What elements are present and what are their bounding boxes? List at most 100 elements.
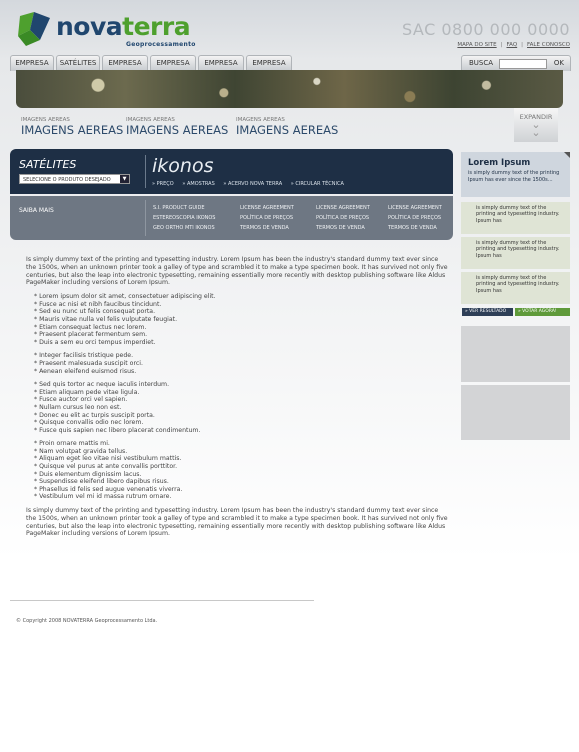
list-item: Sed eu nunc ut felis consequat porta.	[26, 308, 450, 316]
panel-divider	[145, 155, 146, 188]
price-link[interactable]: » PREÇO	[152, 181, 174, 187]
learn-more-link[interactable]: LICENSE AGREEMENT	[316, 205, 370, 211]
learn-more-link[interactable]: LICENSE AGREEMENT	[240, 205, 294, 211]
site-map-link[interactable]: MAPA DO SITE	[457, 42, 496, 48]
list-item: Sed quis tortor ac neque iaculis interdu…	[26, 381, 450, 389]
top-links: MAPA DO SITE | FAQ | FALE CONOSCO	[457, 42, 570, 48]
list-item: Nullam cursus leo non est.	[26, 404, 450, 412]
search-ok-button[interactable]: OK	[554, 59, 564, 67]
image-heading-3[interactable]: IMAGENS AEREAS IMAGENS AEREAS	[236, 117, 338, 137]
list-item: Proin ornare mattis mi.	[26, 440, 450, 448]
tab-empresa[interactable]: EMPRESA	[246, 55, 292, 71]
learn-more-link[interactable]: TERMOS DE VENDA	[316, 225, 365, 231]
expand-button[interactable]: EXPANDIR ⌄ ⌄	[514, 108, 558, 142]
learn-more-panel: SAIBA MAIS S.I. PRODUCT GUIDE ESTEREOSCO…	[10, 196, 453, 240]
tab-empresa[interactable]: EMPRESA	[150, 55, 196, 71]
list-item: Aliquam eget leo vitae nisi vestibulum m…	[26, 455, 450, 463]
collection-link[interactable]: » ACERVO NOVA TERRA	[223, 181, 282, 187]
image-heading-big: IMAGENS AEREAS	[126, 123, 229, 137]
tab-empresa[interactable]: EMPRESA	[102, 55, 148, 71]
aerial-banner-image	[16, 70, 563, 108]
list-item: Fusce ac nisi et nibh faucibus tincidunt…	[26, 301, 450, 309]
list-item: Suspendisse eleifend libero dapibus risu…	[26, 478, 450, 486]
chevron-down-icon: ▼	[120, 175, 129, 183]
tab-empresa[interactable]: EMPRESA	[198, 55, 244, 71]
list-item: Donec eu elit ac turpis suscipit porta.	[26, 412, 450, 420]
vote-now-button[interactable]: » VOTAR AGORA!	[515, 308, 570, 316]
list-item: Quisque vel purus at ante convallis port…	[26, 463, 450, 471]
image-heading-1[interactable]: IMAGENS AEREAS IMAGENS AEREAS	[21, 117, 123, 137]
list-item: Praesent placerat fermentum sem.	[26, 331, 450, 339]
chevron-down-double-icon: ⌄ ⌄	[531, 118, 541, 139]
footer-divider	[10, 600, 314, 601]
link-separator: |	[500, 42, 503, 48]
learn-more-link[interactable]: POLÍTICA DE PREÇOS	[388, 215, 441, 221]
bullet-list: Proin ornare mattis mi. Nam volutpat gra…	[26, 440, 450, 501]
link-separator: |	[521, 42, 524, 48]
list-item: Integer facilisis tristique pede.	[26, 352, 450, 360]
panel-divider	[145, 200, 146, 236]
list-item: Vestibulum vel mi id massa rutrum ornare…	[26, 493, 450, 501]
list-item: Phasellus id felis sed augue venenatis v…	[26, 486, 450, 494]
poll-option-text: is simply dummy text of the printing and…	[476, 275, 560, 294]
list-item: Mauris vitae nulla vel felis vulputate f…	[26, 316, 450, 324]
learn-more-link[interactable]: TERMOS DE VENDA	[240, 225, 289, 231]
product-select[interactable]: SELECIONE O PRODUTO DESEJADO ▼	[19, 174, 130, 184]
search-box: BUSCA OK	[461, 55, 571, 71]
logo[interactable]: novaterra Geoprocessamento	[16, 10, 195, 50]
main-nav-tabs: EMPRESA SATÉLITES EMPRESA EMPRESA EMPRES…	[10, 55, 294, 71]
product-select-value: SELECIONE O PRODUTO DESEJADO	[23, 177, 111, 183]
list-item: Praesent malesuada suscipit orci.	[26, 360, 450, 368]
product-title: ikonos	[152, 155, 214, 177]
learn-more-link[interactable]: POLÍTICA DE PREÇOS	[240, 215, 293, 221]
bullet-list: Sed quis tortor ac neque iaculis interdu…	[26, 381, 450, 434]
logo-icon	[18, 12, 50, 46]
image-heading-2[interactable]: IMAGENS AEREAS IMAGENS AEREAS	[126, 117, 228, 137]
list-item: Quisque convallis odio nec lorem.	[26, 419, 450, 427]
learn-more-title: SAIBA MAIS	[19, 207, 54, 214]
featured-box[interactable]: Lorem Ipsum is simply dummy text of the …	[461, 152, 570, 197]
contact-link[interactable]: FALE CONOSCO	[527, 42, 570, 48]
list-item: Fusce quis sapien nec libero placerat co…	[26, 427, 450, 435]
technical-circular-link[interactable]: » CIRCULAR TÉCNICA	[291, 181, 344, 187]
learn-more-link[interactable]: POLÍTICA DE PREÇOS	[316, 215, 369, 221]
logo-subtitle: Geoprocessamento	[126, 41, 196, 48]
learn-more-link[interactable]: ESTEREOSCOPIA IKONOS	[153, 215, 215, 221]
list-item: Aenean eleifend euismod risus.	[26, 368, 450, 376]
bullet-list: Integer facilisis tristique pede. Praese…	[26, 352, 450, 375]
tab-empresa[interactable]: EMPRESA	[10, 55, 54, 71]
faq-link[interactable]: FAQ	[507, 42, 518, 48]
samples-link[interactable]: » AMOSTRAS	[182, 181, 214, 187]
poll-option[interactable]: is simply dummy text of the printing and…	[461, 202, 570, 234]
search-label: BUSCA	[469, 59, 494, 67]
bullet-list: Lorem ipsum dolor sit amet, consectetuer…	[26, 293, 450, 346]
image-heading-big: IMAGENS AEREAS	[236, 123, 339, 137]
ad-placeholder	[461, 385, 570, 440]
main-content: Is simply dummy text of the printing and…	[26, 256, 450, 538]
list-item: Duis elementum dignissim lacus.	[26, 471, 450, 479]
image-heading-big: IMAGENS AEREAS	[21, 123, 124, 137]
tab-satelites[interactable]: SATÉLITES	[56, 55, 100, 71]
product-links: » PREÇO » AMOSTRAS » ACERVO NOVA TERRA »…	[152, 181, 351, 187]
view-results-button[interactable]: » VER RESULTADO	[462, 308, 513, 316]
poll-option-text: is simply dummy text of the printing and…	[476, 205, 560, 224]
list-item: Etiam aliquam pede vitae ligula.	[26, 389, 450, 397]
featured-title: Lorem Ipsum	[468, 158, 531, 168]
list-item: Etiam consequat lectus nec lorem.	[26, 324, 450, 332]
poll-option-text: is simply dummy text of the printing and…	[476, 240, 560, 259]
ad-placeholder	[461, 326, 570, 382]
list-item: Lorem ipsum dolor sit amet, consectetuer…	[26, 293, 450, 301]
learn-more-link[interactable]: TERMOS DE VENDA	[388, 225, 437, 231]
satellites-title: SATÉLITES	[19, 158, 77, 171]
poll-option[interactable]: is simply dummy text of the printing and…	[461, 237, 570, 269]
learn-more-link[interactable]: LICENSE AGREEMENT	[388, 205, 442, 211]
poll-option[interactable]: is simply dummy text of the printing and…	[461, 272, 570, 304]
satellites-panel: SATÉLITES SELECIONE O PRODUTO DESEJADO ▼…	[10, 149, 453, 194]
paragraph: Is simply dummy text of the printing and…	[26, 256, 448, 287]
list-item: Duis a sem eu orci tempus imperdiet.	[26, 339, 450, 347]
copyright: © Copyright 2008 NOVATERRA Geoprocessame…	[16, 618, 158, 624]
list-item: Nam volutpat gravida tellus.	[26, 448, 450, 456]
learn-more-link[interactable]: GEO ORTHO MTI IKONOS	[153, 225, 215, 231]
search-input[interactable]	[499, 59, 547, 69]
learn-more-link[interactable]: S.I. PRODUCT GUIDE	[153, 205, 205, 211]
